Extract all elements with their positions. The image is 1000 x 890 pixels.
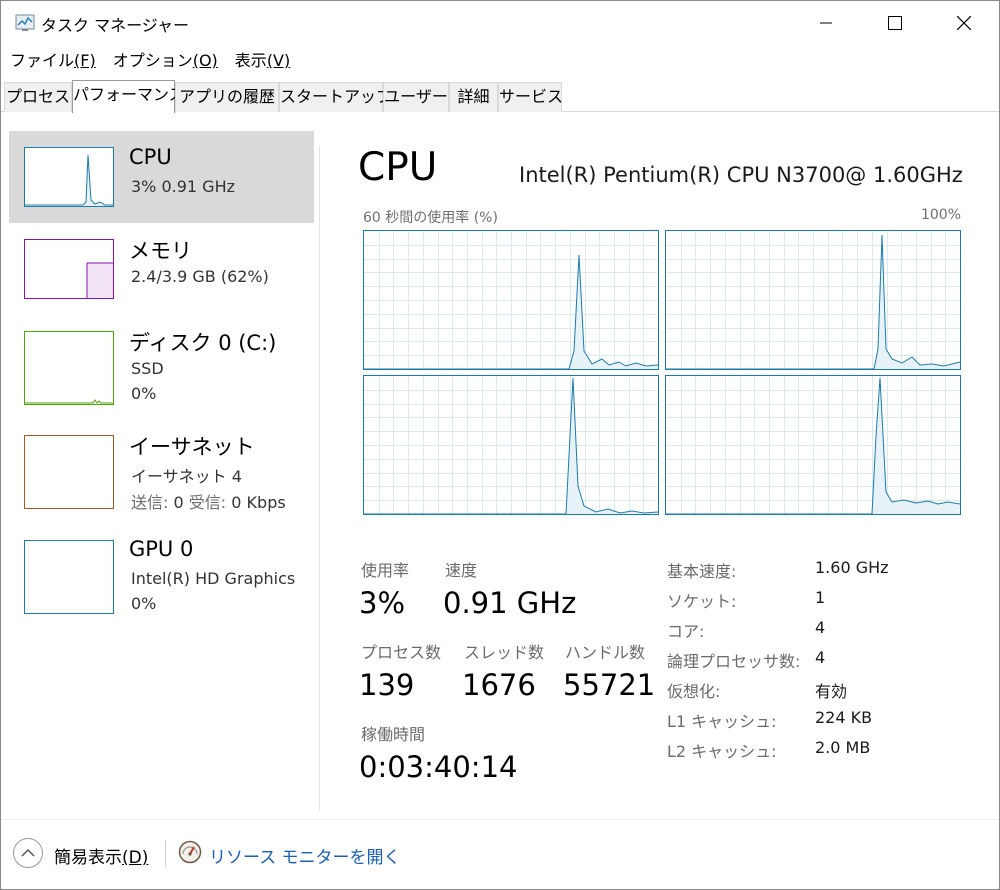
cpu-core-graph (363, 230, 659, 370)
sidebar-memory-usage: 2.4/3.9 GB (62%) (131, 267, 269, 286)
tab-users[interactable]: ユーザー (383, 82, 449, 112)
menu-file[interactable]: ファイル(F) (1, 49, 104, 73)
close-button[interactable] (929, 1, 999, 45)
sidebar-gpu-name: Intel(R) HD Graphics (131, 569, 296, 588)
memory-thumbnail-graph (24, 239, 114, 299)
graph-caption: 60 秒間の使用率 (%) (363, 210, 498, 226)
sidebar-ethernet-throughput: 送信: 0 受信: 0 Kbps (131, 493, 286, 512)
sidebar-item-cpu[interactable]: CPU 3% 0.91 GHz (9, 131, 314, 223)
menu-view[interactable]: 表示(V) (226, 49, 298, 73)
handles-label: ハンドル数 (565, 643, 646, 662)
cpu-core-graph (665, 230, 961, 370)
sidebar-item-gpu[interactable]: GPU 0 Intel(R) HD Graphics 0% (9, 523, 314, 619)
spec-value: 4 (815, 618, 826, 637)
tab-processes[interactable]: プロセス (4, 82, 72, 112)
uptime-value: 0:03:40:14 (359, 750, 518, 784)
pane-divider[interactable] (319, 146, 320, 811)
footer-divider (1, 819, 999, 820)
spec-value: 2.0 MB (815, 738, 871, 757)
threads-value: 1676 (462, 668, 536, 702)
graph-max-label: 100% (920, 207, 961, 223)
spec-key: L1 キャッシュ: (667, 712, 777, 731)
sidebar-item-memory[interactable]: メモリ 2.4/3.9 GB (62%) (9, 223, 314, 315)
task-manager-window: タスク マネージャー ファイル(F) オプション(O) 表示(V) プロセス パ… (0, 0, 1000, 890)
cpu-thumbnail-graph (24, 147, 114, 207)
cpu-model-name: Intel(R) Pentium(R) CPU N3700@ 1.60GHz (519, 163, 963, 187)
tab-bar: プロセス パフォーマンス アプリの履歴 スタートアップ ユーザー 詳細 サービス (1, 80, 999, 113)
spec-value: 1 (815, 588, 826, 607)
disk-thumbnail-graph (24, 331, 114, 405)
spec-key: 基本速度: (667, 562, 737, 581)
spec-key: 論理プロセッサ数: (667, 652, 801, 671)
minimize-button[interactable] (791, 1, 861, 45)
uptime-label: 稼働時間 (361, 725, 426, 744)
title-bar[interactable]: タスク マネージャー (1, 1, 999, 45)
spec-value: 有効 (815, 682, 848, 701)
sidebar-item-disk[interactable]: ディスク 0 (C:) SSD 0% (9, 315, 314, 415)
sidebar-disk-usage: 0% (131, 384, 157, 403)
sidebar-item-ethernet[interactable]: イーサネット イーサネット 4 送信: 0 受信: 0 Kbps (9, 419, 314, 515)
performance-sidebar: CPU 3% 0.91 GHz メモリ 2.4/3.9 GB (62%) ディス… (9, 131, 315, 811)
task-manager-app-icon (15, 14, 35, 31)
usage-value: 3% (359, 586, 406, 620)
window-title: タスク マネージャー (41, 16, 189, 35)
handles-value: 55721 (563, 668, 656, 702)
page-title: CPU (358, 145, 438, 190)
spec-value: 224 KB (815, 708, 873, 727)
sidebar-gpu-title: GPU 0 (129, 537, 194, 561)
sidebar-memory-title: メモリ (129, 239, 192, 263)
spec-key: ソケット: (667, 592, 737, 611)
threads-label: スレッド数 (464, 643, 545, 662)
tab-details[interactable]: 詳細 (449, 82, 498, 112)
speed-value: 0.91 GHz (443, 586, 577, 620)
maximize-button[interactable] (860, 1, 930, 45)
fewer-details-label[interactable]: 簡易表示(D) (54, 843, 148, 868)
tab-performance[interactable]: パフォーマンス (72, 80, 185, 113)
minimize-icon (820, 22, 832, 24)
sidebar-ethernet-title: イーサネット (129, 435, 255, 459)
tab-startup[interactable]: スタートアップ (279, 82, 392, 112)
sidebar-disk-type: SSD (131, 359, 164, 378)
sidebar-gpu-usage: 0% (131, 594, 157, 613)
gpu-thumbnail-graph (24, 540, 114, 614)
tab-services[interactable]: サービス (498, 82, 563, 112)
chevron-up-icon (21, 848, 35, 857)
sidebar-cpu-usage: 3% 0.91 GHz (131, 177, 236, 196)
spec-value: 1.60 GHz (815, 558, 889, 577)
spec-value: 4 (815, 648, 826, 667)
spec-key: コア: (667, 622, 705, 641)
processes-value: 139 (359, 668, 415, 702)
sidebar-disk-title: ディスク 0 (C:) (129, 331, 277, 355)
open-resource-monitor-link[interactable]: リソース モニターを開く (209, 843, 401, 868)
cpu-core-graph (665, 375, 961, 515)
footer-separator (165, 841, 166, 867)
spec-key: 仮想化: (667, 682, 721, 701)
maximize-icon (888, 16, 902, 30)
spec-key: L2 キャッシュ: (667, 742, 777, 761)
cpu-core-graph (363, 375, 659, 515)
ethernet-thumbnail-graph (24, 435, 114, 509)
menu-options[interactable]: オプション(O) (104, 49, 226, 73)
menu-bar: ファイル(F) オプション(O) 表示(V) (1, 49, 298, 73)
close-icon (957, 16, 971, 30)
sidebar-ethernet-adapter: イーサネット 4 (131, 467, 242, 486)
fewer-details-button[interactable] (13, 838, 43, 868)
usage-label: 使用率 (361, 561, 410, 580)
resource-monitor-icon (178, 840, 202, 864)
processes-label: プロセス数 (361, 643, 442, 662)
tab-app-history[interactable]: アプリの履歴 (175, 82, 279, 112)
speed-label: 速度 (445, 561, 478, 580)
sidebar-cpu-title: CPU (129, 145, 172, 169)
